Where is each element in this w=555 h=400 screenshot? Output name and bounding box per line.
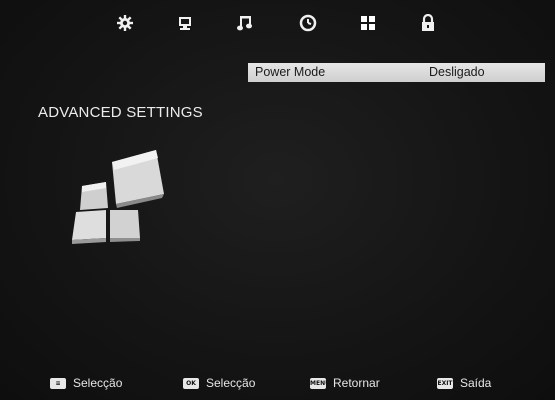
ok-key-icon: OK	[183, 377, 199, 389]
grid-icon-graphic	[361, 16, 375, 30]
advanced-settings-logo-icon	[72, 150, 164, 244]
lock-icon-graphic	[422, 14, 434, 31]
grid-icon[interactable]	[357, 12, 379, 34]
menu-key-icon: MENU	[310, 377, 326, 389]
settings-gear-icon-graphic	[117, 15, 133, 31]
music-note-icon-graphic	[237, 16, 252, 31]
exit-key-icon: EXIT	[437, 377, 453, 389]
music-note-icon[interactable]	[234, 12, 256, 34]
page-title: ADVANCED SETTINGS	[38, 104, 203, 121]
power-mode-value: Desligado	[429, 65, 485, 79]
hint-select-nav-label: Selecção	[73, 376, 123, 390]
settings-gear-icon[interactable]	[114, 12, 136, 34]
lock-icon[interactable]	[417, 12, 439, 34]
tv-osd-screen: Power Mode Desligado ADVANCED SETTINGS ≡…	[0, 0, 555, 400]
hint-exit: EXIT Saída	[437, 372, 491, 394]
hint-exit-label: Saída	[460, 376, 492, 390]
clock-icon[interactable]	[297, 12, 319, 34]
hint-back: MENU Retornar	[310, 372, 380, 394]
monitor-icon[interactable]	[174, 12, 196, 34]
power-mode-label: Power Mode	[255, 65, 326, 79]
monitor-icon-graphic	[179, 17, 191, 30]
hint-ok: OK Selecção	[183, 372, 255, 394]
menu-list-key-icon: ≡	[50, 377, 66, 389]
hint-ok-label: Selecção	[206, 376, 256, 390]
hint-select-nav: ≡ Selecção	[50, 372, 122, 394]
power-mode-row[interactable]: Power Mode Desligado	[248, 63, 545, 82]
hint-back-label: Retornar	[333, 376, 380, 390]
top-menu-bar	[0, 12, 555, 36]
clock-icon-graphic	[299, 14, 317, 32]
footer-hints: ≡ Selecção OK Selecção MENU Retornar EXI…	[0, 372, 555, 394]
